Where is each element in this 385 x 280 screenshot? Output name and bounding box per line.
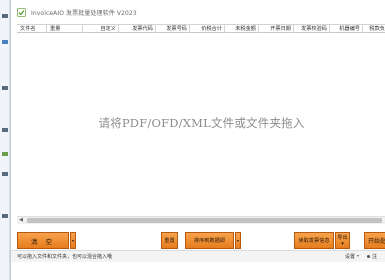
clear-dropdown-button[interactable]: ▾ <box>70 232 76 249</box>
column-header-weight[interactable]: 重量 <box>47 25 83 33</box>
column-header-machine-number[interactable]: 机器编号 <box>330 25 363 33</box>
note-dot-icon <box>367 255 370 258</box>
column-header-filename[interactable]: 文件名 <box>17 25 47 33</box>
clear-button[interactable]: 清 空 <box>17 232 69 249</box>
reset-button[interactable]: 重置 <box>161 232 178 249</box>
column-header-custom[interactable]: 自定义 <box>83 25 119 33</box>
background-icon <box>2 128 8 132</box>
sort-dropdown-button[interactable]: ▾ <box>235 232 241 249</box>
background-icon <box>2 214 8 218</box>
drop-hint-text: 请将PDF/OFD/XML文件或文件夹拖入 <box>98 116 305 130</box>
status-bar: 可以拖入文件和文件夹，也可以混合拖入哦 设置 ▾ 注 <box>11 250 385 262</box>
title-bar: InvoiceAIO 发票批量处理软件 V2023 <box>11 0 385 24</box>
column-header-check-code[interactable]: 发票校验码 <box>294 25 330 33</box>
horizontal-scrollbar[interactable]: ◀ <box>17 216 385 224</box>
app-logo-icon <box>17 7 26 17</box>
read-invoice-button[interactable]: 读取发票信息 <box>294 232 334 249</box>
column-header-total-with-tax[interactable]: 价税合计 <box>190 25 225 33</box>
sort-button[interactable]: 排序到数据即 <box>185 232 234 249</box>
export-button[interactable]: 导出 ▾ <box>335 232 350 249</box>
file-drop-area[interactable]: 请将PDF/OFD/XML文件或文件夹拖入 <box>17 33 385 216</box>
background-icon <box>2 14 8 18</box>
column-header-tax[interactable]: 税款负 <box>363 25 385 33</box>
note-label: 注 <box>372 254 378 260</box>
scrollbar-thumb[interactable] <box>27 218 382 223</box>
settings-menu[interactable]: 设置 <box>345 253 355 260</box>
background-icon <box>2 152 8 156</box>
background-icon <box>2 86 8 90</box>
start-processing-button[interactable]: 开始处理 <box>364 232 385 249</box>
app-window: InvoiceAIO 发票批量处理软件 V2023 文件名 重量 自定义 发票代… <box>10 0 385 280</box>
background-icon <box>2 172 8 176</box>
background-window-edge <box>0 0 10 280</box>
column-header-amount-before-tax[interactable]: 未税金额 <box>225 25 259 33</box>
status-text: 可以拖入文件和文件夹，也可以混合拖入哦 <box>17 254 113 260</box>
column-header-invoice-date[interactable]: 开票日期 <box>259 25 294 33</box>
scroll-left-icon[interactable]: ◀ <box>17 217 25 224</box>
column-header-invoice-number[interactable]: 发票号码 <box>156 25 190 33</box>
column-header-invoice-code[interactable]: 发票代码 <box>119 25 156 33</box>
background-icon <box>2 40 8 44</box>
export-dropdown-icon: ▾ <box>341 240 344 247</box>
note-item[interactable]: 注 <box>367 253 377 260</box>
invoice-grid-header: 文件名 重量 自定义 发票代码 发票号码 价税合计 未税金额 开票日期 发票校验… <box>17 24 385 33</box>
window-title: InvoiceAIO 发票批量处理软件 V2023 <box>31 9 137 17</box>
settings-dropdown-icon[interactable]: ▾ <box>357 253 359 258</box>
